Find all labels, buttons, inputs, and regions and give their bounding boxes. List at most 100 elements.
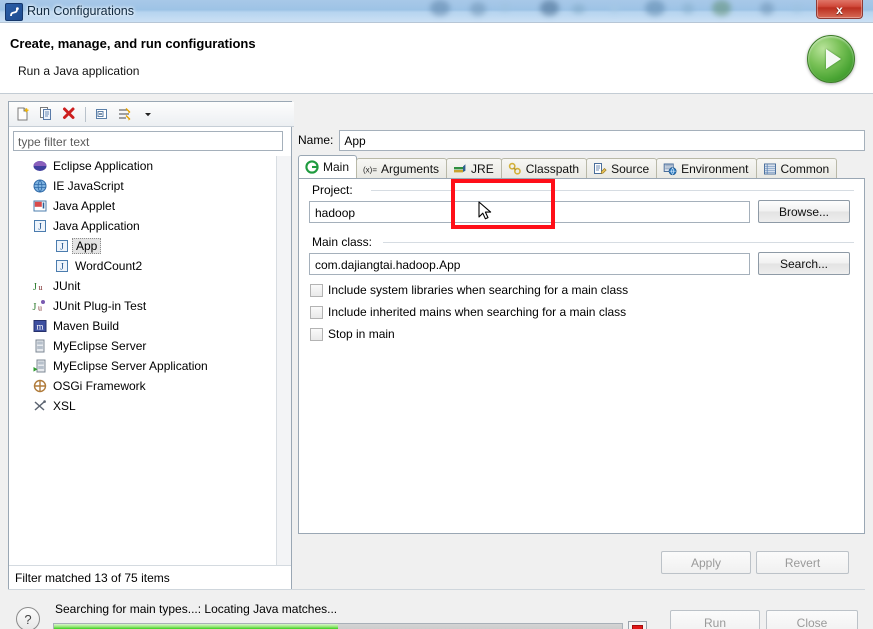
svg-text:u: u xyxy=(38,304,42,313)
tree-item-junit-plugin-test[interactable]: J u JUnit Plug-in Test xyxy=(10,296,275,316)
source-tab-icon xyxy=(593,162,607,176)
close-button[interactable]: Close xyxy=(766,610,858,629)
svg-text:J: J xyxy=(60,262,64,272)
run-configurations-icon xyxy=(5,3,23,21)
tree-item-wordcount2[interactable]: J WordCount2 xyxy=(10,256,275,276)
tree-item-label: JUnit xyxy=(53,279,81,293)
svg-text:J: J xyxy=(38,222,42,232)
search-button[interactable]: Search... xyxy=(758,252,850,275)
tree-item-label: MyEclipse Server xyxy=(53,339,147,353)
maven-icon: m xyxy=(32,318,48,334)
name-input[interactable]: App xyxy=(339,129,865,151)
configuration-editor: Name: App Main (x)= Arguments JRE Classp… xyxy=(298,101,865,588)
tab-label: Arguments xyxy=(381,162,440,176)
eclipse-application-icon xyxy=(32,158,48,174)
tree-item-label: XSL xyxy=(53,399,76,413)
tab-common[interactable]: Common xyxy=(755,158,838,179)
tree-item-label: OSGi Framework xyxy=(53,379,146,393)
browse-button[interactable]: Browse... xyxy=(758,200,850,223)
osgi-icon xyxy=(32,378,48,394)
configurations-tree[interactable]: Eclipse Application IE JavaScript Java A… xyxy=(10,156,275,556)
java-launch-icon: J xyxy=(54,258,70,274)
tree-item-ie-javascript[interactable]: IE JavaScript xyxy=(10,176,275,196)
progress-bar xyxy=(53,623,623,629)
run-configurations-dialog: Run Configurations x Create, manage, and… xyxy=(0,0,873,629)
delete-configuration-icon[interactable] xyxy=(58,104,80,124)
tree-item-label: JUnit Plug-in Test xyxy=(53,299,147,313)
ie-javascript-icon xyxy=(32,178,48,194)
checkbox-box[interactable] xyxy=(310,305,323,319)
tab-bar: Main (x)= Arguments JRE Classpath Source… xyxy=(298,155,865,179)
java-launch-icon: J xyxy=(54,238,70,254)
tree-item-junit[interactable]: J u JUnit xyxy=(10,276,275,296)
svg-text:u: u xyxy=(39,283,43,292)
dialog-body: Create, manage, and run configurations R… xyxy=(0,22,873,629)
status-bar: ? Searching for main types...: Locating … xyxy=(0,593,873,629)
name-label: Name: xyxy=(298,133,334,147)
footer-divider xyxy=(8,589,865,590)
checkbox-box[interactable] xyxy=(310,327,323,341)
project-group-rule xyxy=(371,190,854,191)
java-application-icon: J xyxy=(32,218,48,234)
duplicate-configuration-icon[interactable] xyxy=(35,104,57,124)
junit-icon: J u xyxy=(32,278,48,294)
revert-button[interactable]: Revert xyxy=(756,551,849,574)
apply-button[interactable]: Apply xyxy=(661,551,751,574)
arguments-tab-icon: (x)= xyxy=(363,162,377,176)
chevron-down-icon[interactable] xyxy=(137,104,159,124)
tree-item-app[interactable]: J App xyxy=(10,236,275,256)
filter-input[interactable]: type filter text xyxy=(13,131,283,151)
tree-scrollbar[interactable] xyxy=(276,156,291,565)
filter-icon[interactable] xyxy=(114,104,136,124)
tree-item-xsl[interactable]: XSL xyxy=(10,396,275,416)
stop-button[interactable] xyxy=(628,621,647,629)
tree-item-osgi-framework[interactable]: OSGi Framework xyxy=(10,376,275,396)
tab-main[interactable]: Main xyxy=(298,155,358,179)
project-input[interactable]: hadoop xyxy=(309,201,750,223)
main-class-input[interactable]: com.dajiangtai.hadoop.App xyxy=(309,253,750,275)
new-configuration-icon[interactable] xyxy=(12,104,34,124)
classpath-tab-icon xyxy=(508,162,522,176)
tree-item-maven-build[interactable]: m Maven Build xyxy=(10,316,275,336)
tab-source[interactable]: Source xyxy=(586,158,658,179)
tree-item-myeclipse-server-application[interactable]: MyEclipse Server Application xyxy=(10,356,275,376)
tree-item-eclipse-application[interactable]: Eclipse Application xyxy=(10,156,275,176)
main-tab-panel: Project: hadoop Browse... Main class: co… xyxy=(298,178,865,534)
checkbox-label: Stop in main xyxy=(328,327,395,341)
stop-icon xyxy=(632,625,643,629)
tree-item-label: App xyxy=(72,238,102,254)
jre-tab-icon xyxy=(453,162,467,176)
progress-status-text: Searching for main types...: Locating Ja… xyxy=(55,602,338,616)
tree-item-java-application[interactable]: J Java Application xyxy=(10,216,275,236)
tree-item-java-applet[interactable]: Java Applet xyxy=(10,196,275,216)
svg-text:J: J xyxy=(33,302,37,313)
svg-text:J: J xyxy=(60,242,64,252)
collapse-all-icon[interactable] xyxy=(91,104,113,124)
tab-arguments[interactable]: (x)= Arguments xyxy=(356,158,448,179)
tab-classpath[interactable]: Classpath xyxy=(500,158,588,179)
project-group-label: Project: xyxy=(309,183,356,197)
page-title: Create, manage, and run configurations xyxy=(10,36,256,51)
tab-label: Main xyxy=(323,160,350,174)
checkbox-box[interactable] xyxy=(310,283,323,297)
close-icon: x xyxy=(836,3,843,17)
checkbox-include-inherited-mains[interactable]: Include inherited mains when searching f… xyxy=(310,305,626,319)
tab-jre[interactable]: JRE xyxy=(446,158,502,179)
toolbar-separator xyxy=(85,106,86,122)
checkbox-include-system-libraries[interactable]: Include system libraries when searching … xyxy=(310,283,628,297)
tree-item-label: Eclipse Application xyxy=(53,159,154,173)
help-icon[interactable]: ? xyxy=(16,607,40,629)
svg-text:J: J xyxy=(33,282,37,293)
window-title: Run Configurations xyxy=(27,4,135,18)
tree-toolbar xyxy=(9,102,294,127)
dialog-header: Create, manage, and run configurations R… xyxy=(0,23,873,94)
tree-item-myeclipse-server[interactable]: MyEclipse Server xyxy=(10,336,275,356)
main-class-group-rule xyxy=(383,242,854,243)
run-button[interactable]: Run xyxy=(670,610,760,629)
tab-label: Environment xyxy=(681,162,749,176)
tab-environment[interactable]: Environment xyxy=(656,158,757,179)
checkbox-stop-in-main[interactable]: Stop in main xyxy=(310,327,395,341)
tree-item-label: WordCount2 xyxy=(75,259,143,273)
close-window-button[interactable]: x xyxy=(816,0,863,19)
checkbox-label: Include system libraries when searching … xyxy=(328,283,629,297)
